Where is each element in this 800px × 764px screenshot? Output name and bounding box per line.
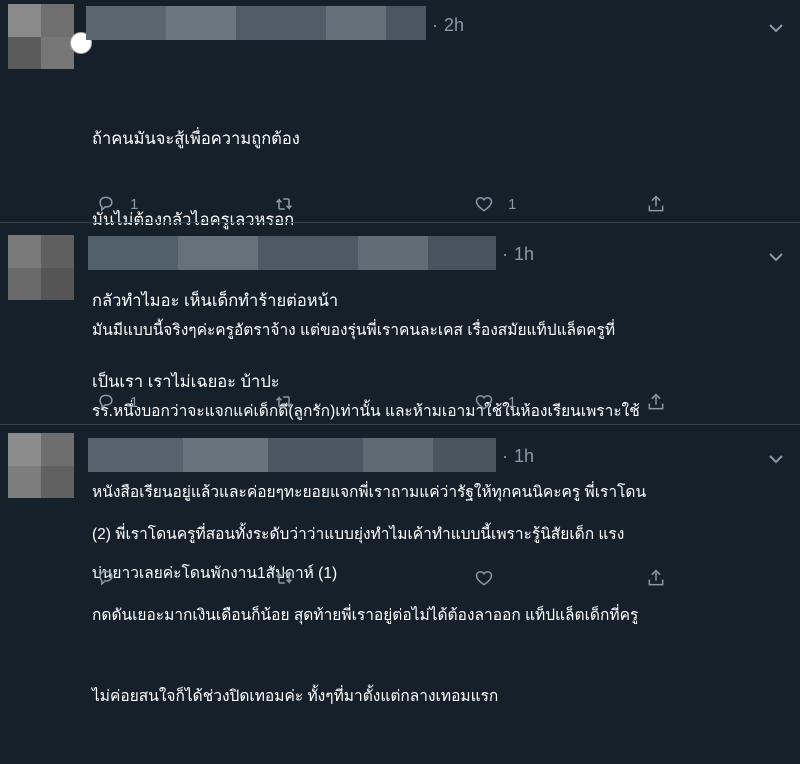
retweet-button[interactable]	[274, 189, 308, 219]
reply-button[interactable]: 1	[96, 387, 138, 417]
reply-count: 1	[130, 195, 139, 213]
share-button[interactable]	[646, 189, 666, 219]
like-icon	[475, 394, 493, 410]
like-button[interactable]: 1	[474, 387, 516, 417]
tweet-timestamp[interactable]: · 1h	[502, 244, 534, 265]
tweet-timestamp[interactable]: · 1h	[502, 446, 534, 467]
like-count: 1	[508, 195, 517, 213]
like-count: 1	[508, 393, 517, 411]
avatar[interactable]	[8, 235, 74, 300]
avatar[interactable]	[8, 433, 74, 498]
share-icon	[648, 195, 664, 212]
share-button[interactable]	[646, 563, 666, 593]
like-button[interactable]: 1	[474, 189, 516, 219]
blurred-username[interactable]	[86, 6, 426, 40]
text-line: ไม่ค่อยสนใจก็ได้ช่วงปิดเทอมค่ะ ทั้งๆที่ม…	[92, 688, 499, 705]
avatar[interactable]	[8, 4, 74, 69]
tweet-actions	[92, 563, 692, 593]
chevron-down-icon[interactable]	[766, 247, 786, 267]
chevron-down-icon[interactable]	[766, 449, 786, 469]
like-icon	[475, 196, 493, 212]
reply-button[interactable]	[96, 563, 130, 593]
reply-icon	[99, 394, 113, 410]
reply-icon	[99, 196, 113, 212]
text-line: (2) พี่เราโดนครูที่สอนทั้งระดับว่าว่าแบบ…	[92, 526, 625, 543]
like-button[interactable]	[474, 563, 508, 593]
reply-icon	[99, 570, 113, 586]
text-line: มันมีแบบนี้จริงๆค่ะครูอัตราจ้าง แต่ของรุ…	[92, 322, 616, 339]
tweet-timestamp[interactable]: · 2h	[432, 15, 464, 36]
share-button[interactable]	[646, 387, 666, 417]
tweet-actions: 1 1	[92, 387, 692, 417]
text-line: กดดันเยอะมากเงินเดือนก็น้อย สุดท้ายพี่เร…	[92, 607, 639, 624]
retweet-icon	[275, 572, 293, 584]
retweet-button[interactable]	[274, 387, 308, 417]
retweet-icon	[275, 396, 293, 408]
share-icon	[648, 393, 664, 410]
retweet-icon	[275, 198, 293, 210]
tweet-2[interactable]: · 1h มันมีแบบนี้จริงๆค่ะครูอัตราจ้าง แต่ข…	[0, 223, 800, 582]
reply-button[interactable]: 1	[96, 189, 138, 219]
like-icon	[475, 570, 493, 586]
tweet-text: (2) พี่เราโดนครูที่สอนทั้งระดับว่าว่าแบบ…	[92, 467, 638, 764]
share-icon	[648, 569, 664, 586]
reply-count: 1	[130, 393, 139, 411]
chevron-down-icon[interactable]	[766, 18, 786, 38]
tweet-1[interactable]: · 2h ถ้าคนมันจะสู้เพื่อความถูกต้อง มันไม่…	[0, 0, 800, 391]
retweet-button[interactable]	[274, 563, 308, 593]
text-line: ถ้าคนมันจะสู้เพื่อความถูกต้อง	[92, 130, 300, 148]
tweet-actions: 1 1	[92, 189, 692, 219]
tweet-3[interactable]: · 1h (2) พี่เราโดนครูที่สอนทั้งระดับว่าว่…	[0, 425, 800, 705]
